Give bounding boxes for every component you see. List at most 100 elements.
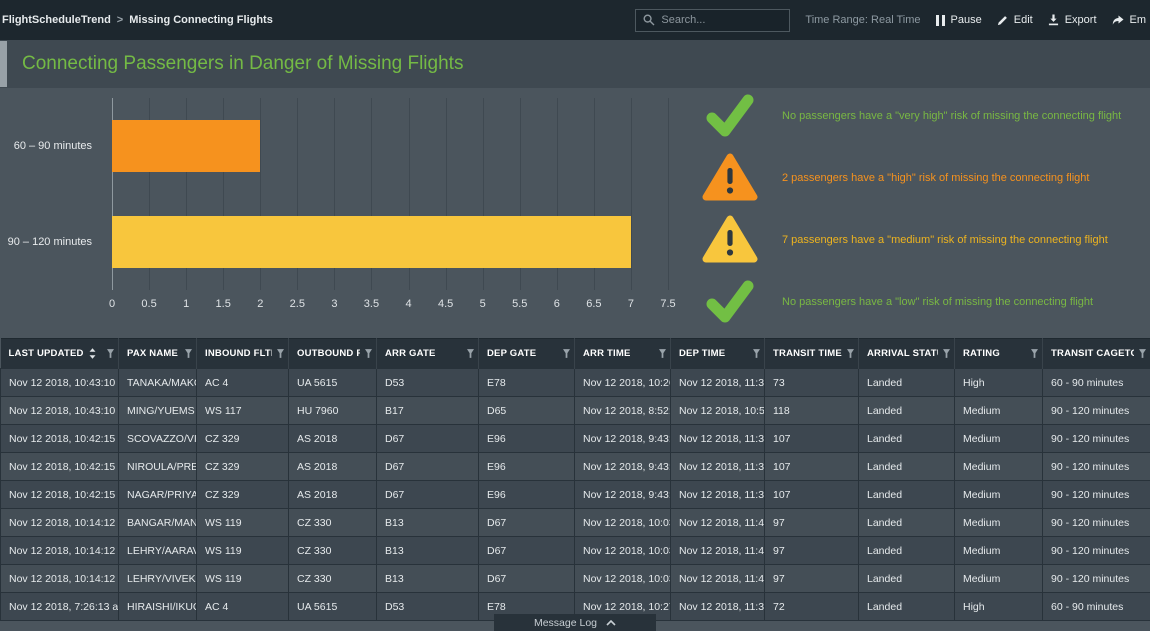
breadcrumb-root[interactable]: FlightScheduleTrend	[2, 14, 111, 26]
email-button[interactable]: Em	[1112, 14, 1146, 26]
column-header-transit-cagetory[interactable]: TRANSIT CAGETORY	[1042, 338, 1150, 369]
table-cell: E96	[478, 424, 575, 453]
filter-icon[interactable]	[1139, 349, 1146, 358]
table-row[interactable]: Nov 12 2018, 10:43:10 amMING/YUEMSWS 117…	[0, 396, 1150, 425]
search-icon	[643, 14, 655, 26]
table-cell: TANAKA/MAKOTOMR	[118, 368, 197, 397]
table-cell: Nov 12 2018, 7:26:13 am	[0, 592, 119, 621]
x-tick-label: 2	[257, 298, 264, 310]
table-cell: B13	[376, 564, 479, 593]
edit-button[interactable]: Edit	[997, 14, 1033, 26]
sheet-title-bar: Connecting Passengers in Danger of Missi…	[0, 40, 1150, 88]
filter-icon[interactable]	[185, 349, 192, 358]
chart-bar[interactable]	[112, 120, 261, 172]
table-row[interactable]: Nov 12 2018, 10:42:15 amNIROULA/PREMCZ 3…	[0, 452, 1150, 481]
table-cell: HU 7960	[288, 396, 377, 425]
table-cell: B13	[376, 508, 479, 537]
table-cell: Nov 12 2018, 10:26:00 am	[574, 368, 671, 397]
table-cell: UA 5615	[288, 592, 377, 621]
column-header-arrival-status[interactable]: ARRIVAL STATUS	[858, 338, 955, 369]
edit-button-label: Edit	[1013, 14, 1033, 26]
filter-icon[interactable]	[659, 349, 666, 358]
table-row[interactable]: Nov 12 2018, 10:14:12 amLEHRY/AARAVMSTRW…	[0, 536, 1150, 565]
table-cell: D67	[376, 480, 479, 509]
table-cell: Medium	[954, 536, 1043, 565]
table-cell: Nov 12 2018, 11:40:00 am	[670, 564, 765, 593]
x-tick-label: 6.5	[586, 298, 602, 310]
table-cell: SCOVAZZO/VINCE	[118, 424, 197, 453]
table-cell: Landed	[858, 424, 955, 453]
table-cell: Landed	[858, 396, 955, 425]
column-header-transit-time[interactable]: TRANSIT TIME	[764, 338, 859, 369]
table-cell: 97	[764, 508, 859, 537]
table-cell: Nov 12 2018, 10:50:00 am	[670, 396, 765, 425]
table-row[interactable]: Nov 12 2018, 10:42:15 amNAGAR/PRIYACZ 32…	[0, 480, 1150, 509]
table-cell: 90 - 120 minutes	[1042, 452, 1150, 481]
x-tick-label: 7	[627, 298, 634, 310]
table-cell: MING/YUEMS	[118, 396, 197, 425]
status-list: No passengers have a "very high" risk of…	[692, 88, 1150, 338]
chevron-up-icon	[606, 619, 616, 626]
table-cell: High	[954, 592, 1043, 621]
filter-icon[interactable]	[1031, 349, 1038, 358]
column-header-arr-gate[interactable]: ARR GATE	[376, 338, 479, 369]
status-item: No passengers have a "low" risk of missi…	[700, 274, 1146, 330]
export-button[interactable]: Export	[1048, 14, 1097, 26]
message-log-label: Message Log	[533, 616, 598, 629]
filter-icon[interactable]	[943, 349, 950, 358]
table-row[interactable]: Nov 12 2018, 10:43:10 amTANAKA/MAKOTOMRA…	[0, 368, 1150, 397]
table-cell: Nov 12 2018, 10:03:00 am	[574, 564, 671, 593]
table-cell: WS 117	[196, 396, 289, 425]
table-cell: Landed	[858, 564, 955, 593]
x-tick-label: 4	[405, 298, 412, 310]
table-cell: Nov 12 2018, 11:40:00 am	[670, 536, 765, 565]
table-cell: WS 119	[196, 508, 289, 537]
x-tick-label: 2.5	[289, 298, 305, 310]
sort-icon[interactable]	[89, 348, 96, 359]
column-header-arr-time[interactable]: ARR TIME	[574, 338, 671, 369]
x-tick-label: 0	[108, 298, 116, 310]
status-text: No passengers have a "very high" risk of…	[782, 110, 1122, 122]
filter-icon[interactable]	[467, 349, 474, 358]
search-box[interactable]	[635, 8, 791, 32]
column-label: INBOUND FLTNO	[205, 348, 272, 359]
breadcrumb-separator-icon: >	[116, 14, 124, 26]
column-header-dep-gate[interactable]: DEP GATE	[478, 338, 575, 369]
table-cell: High	[954, 368, 1043, 397]
chart-bar[interactable]	[112, 216, 631, 268]
table-cell: 90 - 120 minutes	[1042, 508, 1150, 537]
filter-icon[interactable]	[563, 349, 570, 358]
download-icon	[1048, 14, 1059, 26]
table-row[interactable]: Nov 12 2018, 10:42:15 amSCOVAZZO/VINCECZ…	[0, 424, 1150, 453]
table-cell: WS 119	[196, 564, 289, 593]
message-log-tab[interactable]: Message Log	[494, 614, 656, 631]
column-label: TRANSIT CAGETORY	[1051, 348, 1134, 359]
table-cell: HIRAISHI/IKUOMR	[118, 592, 197, 621]
filter-icon[interactable]	[847, 349, 854, 358]
column-header-last-updated[interactable]: LAST UPDATED	[0, 338, 119, 369]
table-cell: Medium	[954, 424, 1043, 453]
table-cell: 97	[764, 564, 859, 593]
column-header-inbound-fltno[interactable]: INBOUND FLTNO	[196, 338, 289, 369]
table-row[interactable]: Nov 12 2018, 10:14:12 amBANGAR/MANIMRSWS…	[0, 508, 1150, 537]
column-header-rating[interactable]: RATING	[954, 338, 1043, 369]
pause-button[interactable]: Pause	[935, 14, 982, 26]
table-cell: B17	[376, 396, 479, 425]
bar-chart: 60 – 90 minutes 90 – 120 minutes 0 0.5 1 1.5…	[0, 88, 692, 338]
column-header-outbound-fltno[interactable]: OUTBOUND FLTNO	[288, 338, 377, 369]
filter-icon[interactable]	[277, 349, 284, 358]
table-cell: 107	[764, 452, 859, 481]
table-row[interactable]: Nov 12 2018, 10:14:12 amLEHRY/VIVEKMRWS …	[0, 564, 1150, 593]
filter-icon[interactable]	[107, 349, 114, 358]
column-header-pax-name[interactable]: PAX NAME	[118, 338, 197, 369]
filter-icon[interactable]	[365, 349, 372, 358]
table-cell: 60 - 90 minutes	[1042, 368, 1150, 397]
column-header-dep-time[interactable]: DEP TIME	[670, 338, 765, 369]
table-cell: 73	[764, 368, 859, 397]
table-cell: Nov 12 2018, 11:39:00 am	[670, 592, 765, 621]
table-cell: D67	[478, 536, 575, 565]
column-label: ARR TIME	[583, 348, 631, 359]
table-cell: Nov 12 2018, 11:30:00 am	[670, 452, 765, 481]
search-input[interactable]	[661, 14, 783, 26]
filter-icon[interactable]	[753, 349, 760, 358]
